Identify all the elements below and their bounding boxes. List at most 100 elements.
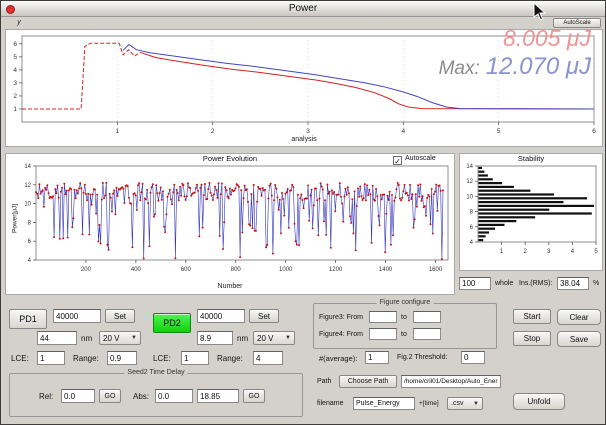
pd2-wavelength-field[interactable] [197,331,233,345]
max-energy-readout: Max:12.070 μJ [439,53,591,81]
figure-configure-panel: Figure configure [313,303,497,349]
svg-text:12: 12 [466,179,473,185]
range2-label: Range: [217,354,243,363]
svg-text:4: 4 [470,240,474,246]
svg-text:10: 10 [24,202,31,208]
unfold-button[interactable]: Unfold [513,393,565,410]
filename-suffix-label: +[time] [419,400,439,407]
svg-text:14: 14 [466,164,473,170]
extension-dropdown[interactable]: .csv▼ [447,397,483,410]
pd2-range-dropdown[interactable]: 20 V▼ [253,331,295,345]
abs-delay-field[interactable] [155,389,193,403]
pd2-gain-field[interactable] [197,309,245,323]
rms-unit-label: % [593,280,599,287]
whole-label: whole [495,280,513,287]
window-title: Power [289,3,317,14]
pd1-wavelength-field[interactable] [37,331,77,345]
svg-text:2: 2 [211,128,215,135]
pd1-gain-field[interactable] [53,309,101,323]
svg-text:5: 5 [594,249,598,255]
pd1-nm-label: nm [81,334,92,343]
figure-configure-title: Figure configure [377,299,434,306]
top-chart-xlabel: analysis [5,136,603,143]
pd2-button[interactable]: PD2 [153,313,191,333]
mouse-cursor-icon [532,2,548,22]
path-label: Path [317,378,331,385]
rms-value-field[interactable] [557,277,589,290]
lce1-field[interactable] [37,351,65,365]
choose-path-button[interactable]: Choose Path [339,375,397,388]
lce1-label: LCE: [11,354,29,363]
svg-text:1: 1 [13,106,17,113]
pd2-nm-label: nm [237,334,248,343]
chevron-down-icon: ▼ [473,401,479,407]
fig4-label: Figure4: From [319,331,363,338]
svg-text:1400: 1400 [379,267,393,273]
svg-text:8: 8 [28,220,32,226]
clear-button[interactable]: Clear [557,309,601,325]
evolution-ylabel: Power[μJ] [12,189,19,249]
start-button[interactable]: Start [513,309,551,324]
svg-text:4: 4 [28,258,32,264]
pd2-set-button[interactable]: Set [249,309,279,323]
abs-go-button[interactable]: GO [243,389,265,403]
fig3-label: Figure3: From [319,314,363,321]
stability-chart: 12345468101214 [460,154,602,270]
stability-panel: 12345468101214 [459,153,603,271]
rel-label: Rel: [39,392,53,401]
pd1-set-button[interactable]: Set [105,309,135,323]
fig3-to-field[interactable] [413,311,441,323]
stop-button[interactable]: Stop [513,331,551,346]
pd1-button[interactable]: PD1 [9,309,47,329]
svg-text:2: 2 [13,93,17,100]
fig4-from-field[interactable] [369,328,397,340]
svg-text:5: 5 [497,128,501,135]
fig3-from-field[interactable] [369,311,397,323]
pd1-range-dropdown[interactable]: 20 V▼ [99,331,141,345]
autoscale-checkbox-label: Autoscale [405,155,436,162]
path-field[interactable] [401,375,501,388]
svg-text:4: 4 [571,249,575,255]
power-evolution-panel: 2004006008001000120014001600468101214 [5,153,455,295]
range1-field[interactable] [107,351,137,365]
abs-position-field[interactable] [197,389,239,403]
svg-text:6: 6 [28,239,32,245]
svg-text:5: 5 [13,54,17,61]
svg-text:1600: 1600 [429,267,443,273]
lce2-label: LCE: [153,354,171,363]
range2-field[interactable] [253,351,283,365]
rel-go-button[interactable]: GO [99,389,121,403]
svg-text:4: 4 [402,128,406,135]
svg-text:1200: 1200 [329,267,343,273]
fig2-threshold-label: Fig.2 Threshold: [397,354,447,361]
svg-text:800: 800 [231,267,242,273]
svg-text:1: 1 [500,249,504,255]
rms-label: Ins.(RMS): [519,280,552,287]
abs-label: Abs: [133,392,149,401]
lce2-field[interactable] [181,351,209,365]
whole-count-field[interactable] [459,277,491,290]
rel-delay-field[interactable] [61,389,95,403]
range1-label: Range: [73,354,99,363]
svg-text:3: 3 [547,249,551,255]
top-chart-ylabel: y [13,19,25,26]
power-evolution-chart: 2004006008001000120014001600468101214 [6,154,454,294]
svg-text:6: 6 [13,41,17,48]
filename-field[interactable] [353,397,415,410]
svg-text:8: 8 [470,210,474,216]
power-evolution-title: Power Evolution [5,154,455,163]
fig2-threshold-field[interactable] [461,351,485,364]
fig4-to-field[interactable] [413,328,441,340]
save-button[interactable]: Save [557,331,601,347]
svg-text:1000: 1000 [279,267,293,273]
svg-text:400: 400 [131,267,142,273]
svg-text:600: 600 [181,267,192,273]
filename-label: filename [317,400,343,407]
titlebar: Power [1,1,605,17]
seed2-panel-title: Seed2 Time Delay [124,369,187,376]
autoscale-checkbox[interactable]: ✓ [393,156,402,165]
svg-text:6: 6 [470,225,474,231]
average-field[interactable] [365,351,389,364]
average-label: #(average): [319,354,357,363]
svg-text:3: 3 [306,128,310,135]
